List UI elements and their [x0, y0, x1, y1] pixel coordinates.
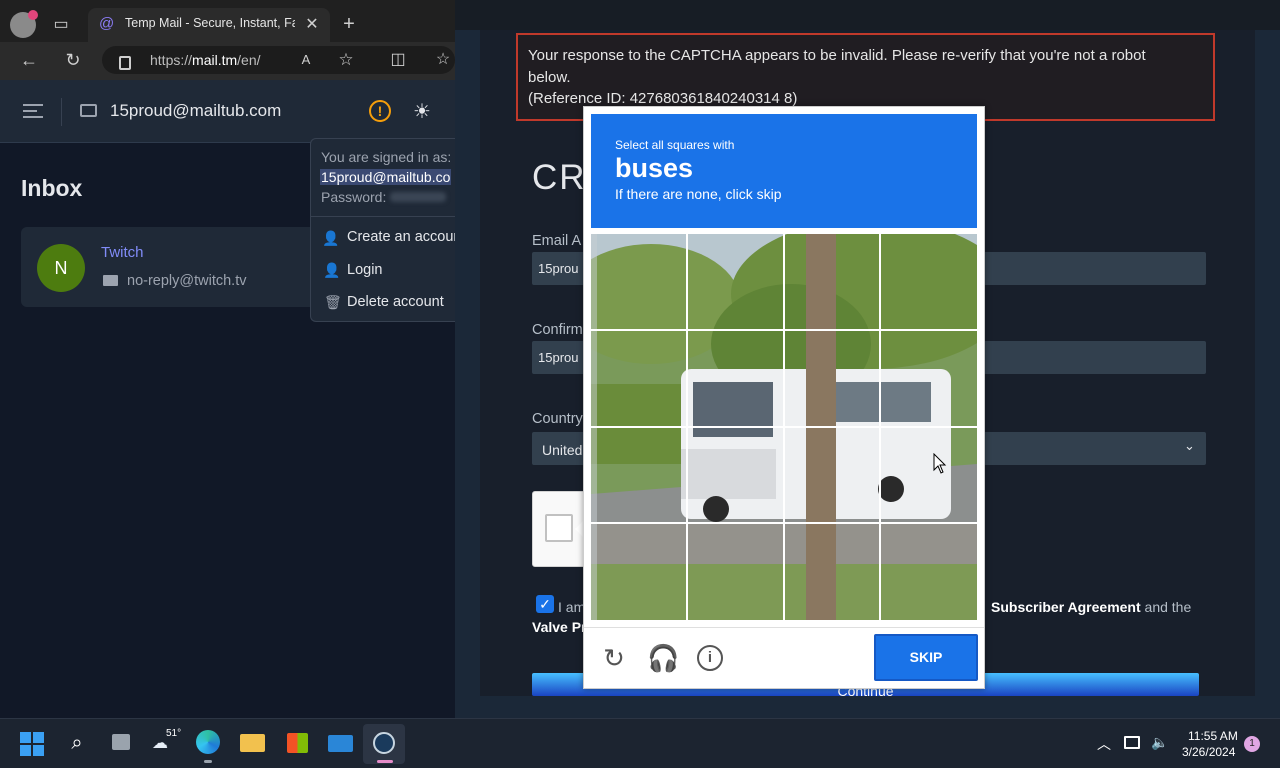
url-domain: mail.tm: [192, 52, 238, 68]
profile-icon[interactable]: [10, 10, 38, 38]
captcha-target: buses: [615, 153, 694, 183]
menu-login[interactable]: Login: [347, 262, 382, 278]
agree-text-right: Subscriber Agreement and the: [991, 599, 1191, 615]
network-icon[interactable]: [1124, 736, 1140, 749]
menu-create-account[interactable]: Create an account: [347, 229, 466, 245]
captcha-photo: [591, 234, 977, 620]
message-from-email: no-reply@twitch.tv: [127, 273, 247, 289]
menu-icon[interactable]: [23, 104, 43, 118]
edge-active-indicator: [204, 760, 212, 763]
audio-headphones-icon[interactable]: 🎧: [647, 643, 679, 673]
steam-icon[interactable]: [371, 730, 397, 756]
favorites-icon[interactable]: ☆: [431, 48, 455, 72]
tab-actions-icon[interactable]: ▭: [49, 13, 73, 37]
clock-date[interactable]: 3/26/2024: [1182, 745, 1235, 759]
agree-mid-text: and the: [1144, 599, 1192, 615]
confirm-email-value: 15prou: [538, 350, 579, 365]
edge-icon[interactable]: [196, 730, 222, 756]
tray-chevron-icon[interactable]: ︿: [1097, 734, 1111, 754]
envelope-small-icon: [103, 275, 118, 286]
alert-icon[interactable]: !: [369, 100, 391, 122]
subscriber-agreement-link[interactable]: Subscriber Agreement: [991, 599, 1141, 615]
theme-sun-icon[interactable]: ☀: [413, 99, 431, 124]
mail-address[interactable]: 15proud@mailtub.com: [110, 101, 281, 121]
mail-icon[interactable]: [328, 730, 354, 756]
trash-icon: 🗑: [324, 294, 342, 310]
signed-in-email: 15proud@mailtub.co: [320, 169, 455, 187]
email-label: Email A: [532, 233, 582, 249]
store-icon[interactable]: [284, 730, 310, 756]
error-line-2: below.: [528, 68, 571, 86]
password-row: Password:: [321, 189, 447, 205]
split-screen-icon[interactable]: ◫: [386, 48, 410, 72]
header-divider: [61, 98, 62, 126]
back-arrow-icon[interactable]: ←: [17, 48, 41, 72]
search-icon[interactable]: ⌕: [64, 730, 90, 756]
country-label: Country: [532, 411, 583, 427]
envelope-icon: [80, 104, 97, 117]
taskbar: [0, 718, 1280, 768]
steam-active-indicator: [377, 760, 393, 763]
steam-top-strip: [455, 0, 1280, 30]
file-explorer-icon[interactable]: [240, 730, 266, 756]
captcha-instruction: Select all squares with: [615, 138, 735, 152]
email-value: 15prou: [538, 261, 579, 276]
confirm-email-label: Confirm: [532, 322, 583, 338]
at-sign-icon: @: [99, 15, 115, 32]
agree-checkbox[interactable]: ✓: [536, 595, 554, 613]
signed-in-email-text: 15proud@mailtub.co: [320, 169, 452, 185]
windows-start-icon[interactable]: [20, 732, 44, 756]
skip-button[interactable]: SKIP: [874, 634, 978, 681]
cursor-arrow-icon: [933, 453, 947, 474]
notification-badge[interactable]: 1: [1244, 736, 1260, 752]
chevron-down-icon: ⌄: [1184, 438, 1195, 453]
lock-icon: [119, 56, 131, 70]
user-icon: 👤: [323, 262, 341, 278]
reload-icon[interactable]: ↻: [599, 643, 629, 673]
favorite-star-icon[interactable]: ☆: [334, 48, 358, 72]
menu-delete-account[interactable]: Delete account: [347, 294, 444, 310]
message-sender[interactable]: Twitch: [101, 244, 144, 261]
recaptcha-checkbox[interactable]: [545, 514, 573, 542]
password-blurred: [390, 192, 447, 202]
country-value: United: [542, 442, 583, 458]
url-prefix: https://: [150, 52, 193, 68]
refresh-icon[interactable]: ↻: [61, 48, 85, 72]
inbox-title: Inbox: [21, 175, 83, 201]
avatar: N: [37, 244, 85, 292]
weather-temp: 51°: [166, 728, 182, 739]
url-text: https://mail.tm/en/: [150, 52, 261, 68]
new-tab-icon[interactable]: +: [337, 12, 361, 36]
task-view-icon[interactable]: [108, 730, 134, 756]
volume-muted-icon[interactable]: 🔈: [1151, 734, 1168, 751]
error-line-1: Your response to the CAPTCHA appears to …: [528, 47, 1146, 64]
captcha-image-grid: [591, 234, 977, 620]
captcha-skip-hint: If there are none, click skip: [615, 186, 782, 202]
signed-in-label: You are signed in as:: [321, 149, 452, 165]
agree-prefix: I am: [558, 599, 583, 615]
tab-title: Temp Mail - Secure, Instant, Fast: [125, 16, 295, 30]
info-icon[interactable]: i: [697, 645, 723, 671]
dropdown-divider: [311, 216, 455, 217]
read-aloud-icon[interactable]: A: [294, 48, 318, 72]
close-tab-icon[interactable]: ✕: [300, 13, 324, 37]
url-path: /en/: [237, 52, 261, 68]
clock-time[interactable]: 11:55 AM: [1188, 729, 1238, 743]
password-label: Password:: [321, 189, 387, 205]
add-user-icon: 👤: [322, 230, 340, 246]
privacy-link[interactable]: Valve Pr: [532, 619, 587, 635]
